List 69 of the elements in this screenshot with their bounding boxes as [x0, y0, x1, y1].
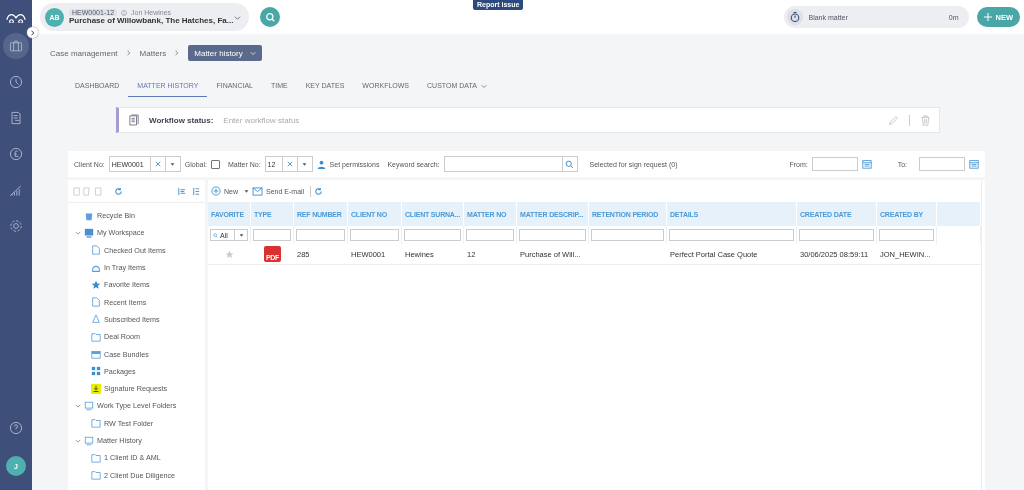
search-icon	[264, 11, 276, 23]
add-circle-icon[interactable]	[211, 186, 221, 196]
doc-icon	[91, 245, 101, 256]
signature-icon	[91, 383, 101, 394]
keyword-search-field[interactable]	[443, 156, 578, 172]
column-filter-field[interactable]	[350, 229, 399, 241]
briefcase-icon[interactable]	[3, 33, 29, 59]
refresh-icon[interactable]	[314, 186, 324, 196]
caret-down-icon[interactable]	[170, 161, 176, 167]
user-icon	[316, 159, 326, 169]
star-icon	[91, 279, 101, 290]
computer-icon	[84, 400, 94, 411]
column-filter-field[interactable]	[669, 229, 794, 241]
column-filter-field[interactable]	[296, 229, 345, 241]
caret-icon[interactable]	[75, 402, 81, 409]
caret-icon[interactable]	[75, 437, 81, 444]
star-icon[interactable]	[225, 249, 234, 259]
search-icon[interactable]	[565, 159, 575, 169]
caret-icon[interactable]	[75, 229, 81, 236]
packages-icon	[91, 366, 101, 377]
envelope-icon[interactable]	[252, 186, 263, 196]
help-icon[interactable]	[8, 420, 24, 436]
breadcrumb-link[interactable]: Matters	[139, 48, 167, 58]
doc-icon	[91, 297, 101, 308]
info-icon	[121, 9, 128, 16]
folder-icon	[91, 470, 101, 481]
caret-down-icon[interactable]	[244, 188, 249, 194]
calendar-icon[interactable]	[969, 159, 979, 169]
search-button[interactable]	[260, 7, 280, 27]
chevron-right-icon	[29, 29, 36, 36]
collapse-tree-icon[interactable]	[177, 186, 186, 196]
column-filter-field[interactable]	[879, 229, 934, 241]
calendar-icon[interactable]	[861, 159, 872, 169]
chevron-down-icon	[234, 13, 241, 21]
trash-icon[interactable]	[920, 114, 931, 126]
breadcrumb-link[interactable]: Case management	[50, 48, 118, 58]
folder-icon	[91, 452, 101, 463]
expand-tree-icon[interactable]	[191, 186, 200, 196]
chevron-right-icon	[125, 50, 132, 56]
folder-icon	[91, 418, 101, 429]
caret-down-icon[interactable]	[238, 232, 244, 238]
bundle-icon	[91, 349, 101, 359]
column-filter-field[interactable]	[466, 229, 514, 241]
chevron-right-icon	[174, 50, 181, 56]
column-filter-field[interactable]	[404, 229, 461, 241]
workspace-icon	[84, 227, 94, 238]
chevron-down-icon	[249, 50, 256, 56]
clear-icon[interactable]	[154, 161, 161, 167]
expand-sidebar-button[interactable]	[27, 27, 38, 38]
refresh-icon[interactable]	[114, 186, 123, 196]
column-filter-field[interactable]	[253, 229, 291, 241]
notes-icon	[129, 114, 139, 126]
global-checkbox[interactable]	[210, 159, 220, 169]
logo-icon	[5, 11, 27, 23]
column-filter-field[interactable]	[799, 229, 874, 241]
to-date-field[interactable]	[919, 157, 965, 171]
breadcrumb-dropdown[interactable]: Matter history	[188, 45, 262, 61]
clear-icon[interactable]	[286, 161, 293, 167]
search-icon	[213, 232, 218, 238]
column-filter-field[interactable]	[519, 229, 586, 241]
caret-down-icon[interactable]	[302, 161, 308, 167]
from-date-field[interactable]	[811, 157, 858, 171]
stopwatch-icon[interactable]	[786, 9, 803, 25]
folder-icon	[91, 331, 101, 342]
pencil-icon[interactable]	[888, 114, 899, 126]
column-filter-field[interactable]	[591, 229, 664, 241]
computer-icon	[84, 435, 94, 446]
workflow-status-label: Workflow status:	[149, 115, 214, 125]
plus-icon	[983, 13, 992, 21]
